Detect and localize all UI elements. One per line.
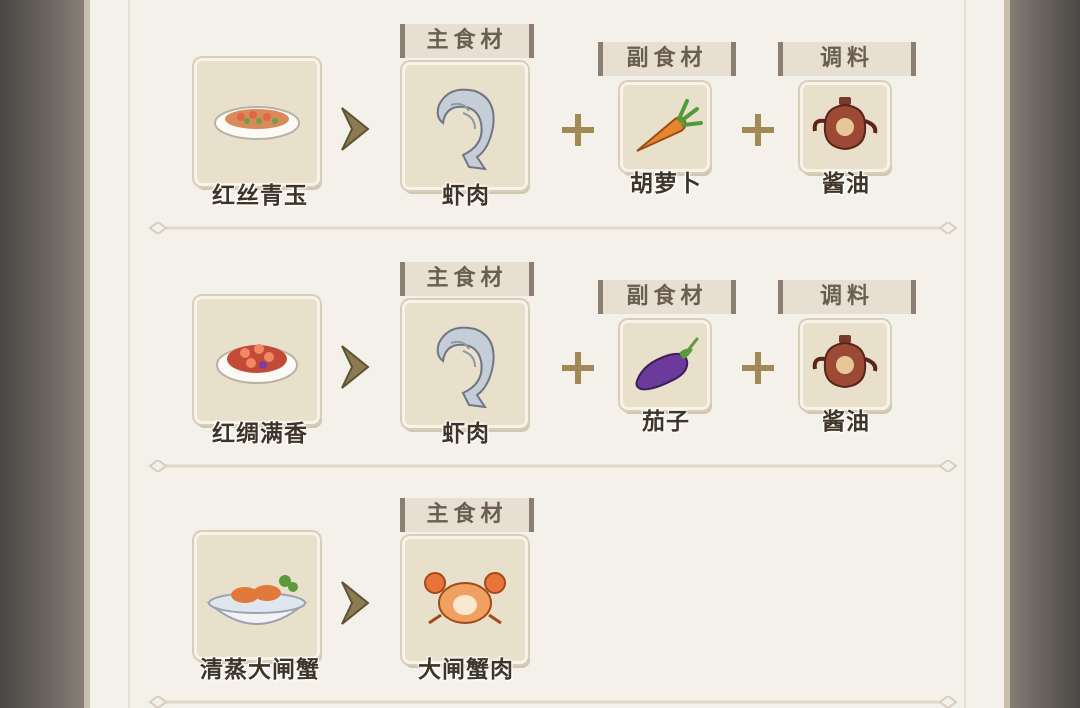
ingredient-card-side-1[interactable] — [620, 82, 710, 172]
ingredient-card-main-2[interactable] — [402, 300, 528, 428]
divider — [148, 460, 958, 472]
soy-sauce-pot-icon — [812, 97, 878, 151]
main-ingredient-name-1: 虾肉 — [442, 183, 490, 209]
red-shrimp-plate-icon — [216, 344, 298, 384]
ingredient-card-side-2[interactable] — [620, 320, 710, 410]
crab-meat-icon — [424, 572, 506, 625]
dish-name-2: 红绸满香 — [212, 421, 308, 447]
tag-main-ingredient: 主食材 — [400, 498, 534, 532]
dish-card-3[interactable] — [194, 532, 320, 660]
tag-main-ingredient: 主食材 — [400, 262, 534, 296]
tag-seasoning: 调料 — [778, 42, 916, 76]
divider — [148, 222, 958, 234]
tag-seasoning: 调料 — [778, 280, 916, 314]
side-ingredient-name-1: 胡萝卜 — [630, 171, 702, 197]
plus-icon — [740, 350, 776, 386]
dish-card-2[interactable] — [194, 296, 320, 424]
divider — [148, 696, 958, 708]
ingredient-card-seasoning-1[interactable] — [800, 82, 890, 172]
steamed-crab-bowl-icon — [206, 575, 308, 625]
ingredient-card-main-1[interactable] — [402, 62, 528, 190]
dish-card-1[interactable] — [194, 58, 320, 186]
arrow-right-icon — [338, 578, 376, 628]
dish-name-3: 清蒸大闸蟹 — [200, 657, 320, 683]
shrimp-stirfry-plate-icon — [214, 106, 300, 140]
recipe-row-1[interactable]: 红丝青玉 主食材 虾肉 副食材 胡萝卜 调料 酱油 — [0, 0, 1080, 234]
shrimp-meat-icon — [436, 88, 495, 171]
recipe-row-2[interactable]: 红绸满香 主食材 虾肉 副食材 茄子 调料 酱油 — [0, 238, 1080, 472]
ingredient-card-main-3[interactable] — [402, 536, 528, 664]
main-ingredient-name-2: 虾肉 — [442, 421, 490, 447]
plus-icon — [560, 350, 596, 386]
tag-side-ingredient: 副食材 — [598, 280, 736, 314]
arrow-right-icon — [338, 342, 376, 392]
arrow-right-icon — [338, 104, 376, 154]
shrimp-meat-icon — [436, 326, 495, 409]
carrot-icon — [636, 99, 703, 152]
tag-main-ingredient: 主食材 — [400, 24, 534, 58]
plus-icon — [740, 112, 776, 148]
recipe-row-3[interactable]: 清蒸大闸蟹 主食材 大闸蟹肉 — [0, 474, 1080, 708]
dish-name-1: 红丝青玉 — [212, 183, 308, 209]
plus-icon — [560, 112, 596, 148]
eggplant-icon — [635, 337, 699, 391]
seasoning-name-2: 酱油 — [822, 409, 870, 435]
seasoning-name-1: 酱油 — [822, 171, 870, 197]
main-ingredient-name-3: 大闸蟹肉 — [418, 657, 514, 683]
ingredient-card-seasoning-2[interactable] — [800, 320, 890, 410]
tag-side-ingredient: 副食材 — [598, 42, 736, 76]
side-ingredient-name-2: 茄子 — [642, 409, 690, 435]
soy-sauce-pot-icon — [812, 335, 878, 389]
